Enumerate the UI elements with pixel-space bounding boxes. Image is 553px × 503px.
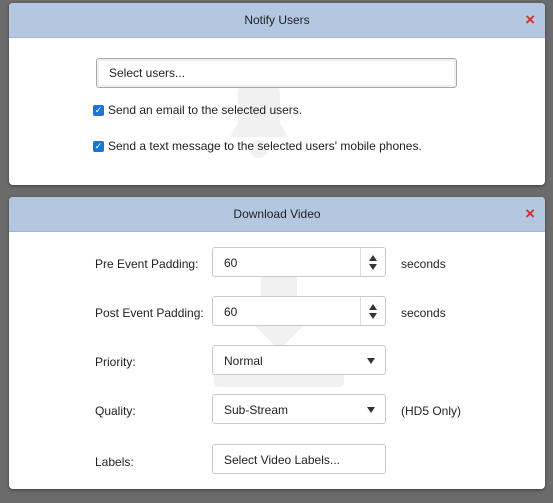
video-labels-input[interactable]: Select Video Labels... — [212, 444, 386, 474]
decrement-icon[interactable] — [369, 313, 377, 319]
close-icon[interactable]: × — [525, 3, 535, 37]
pre-event-padding-spinner[interactable] — [360, 248, 385, 276]
pre-event-padding-input[interactable]: 60 — [212, 247, 386, 277]
notify-users-title: Notify Users — [244, 13, 310, 27]
priority-select[interactable]: Normal — [212, 345, 386, 375]
select-users-placeholder: Select users... — [109, 66, 186, 80]
labels-label: Labels: — [95, 455, 134, 469]
pre-event-padding-unit: seconds — [401, 257, 446, 271]
sms-checkbox[interactable]: ✓ — [93, 140, 104, 152]
quality-label: Quality: — [95, 404, 136, 418]
quality-value: Sub-Stream — [224, 403, 289, 417]
email-checkbox[interactable]: ✓ — [93, 104, 104, 116]
post-event-padding-spinner[interactable] — [360, 297, 385, 325]
post-event-padding-label: Post Event Padding: — [95, 306, 204, 320]
sms-option-label: Send a text message to the selected user… — [108, 139, 422, 153]
post-event-padding-value: 60 — [224, 305, 238, 319]
decrement-icon[interactable] — [369, 264, 377, 270]
pre-event-padding-value: 60 — [224, 256, 238, 270]
close-icon[interactable]: × — [525, 197, 535, 231]
post-event-padding-input[interactable]: 60 — [212, 296, 386, 326]
select-users-input[interactable]: Select users... — [96, 58, 457, 88]
notify-users-titlebar: Notify Users × — [9, 3, 545, 38]
download-arrow-icon — [214, 265, 344, 387]
pre-event-padding-label: Pre Event Padding: — [95, 257, 199, 271]
notify-users-dialog: Notify Users × Select users... ✓ Send an… — [9, 3, 545, 185]
email-option-label: Send an email to the selected users. — [108, 103, 303, 117]
email-option-row[interactable]: ✓ Send an email to the selected users. — [93, 103, 302, 117]
download-video-titlebar: Download Video × — [9, 197, 545, 232]
post-event-padding-unit: seconds — [401, 306, 446, 320]
chevron-down-icon — [367, 358, 375, 364]
priority-value: Normal — [224, 354, 263, 368]
quality-note: (HD5 Only) — [401, 404, 462, 418]
sms-option-row[interactable]: ✓ Send a text message to the selected us… — [93, 139, 422, 153]
quality-select[interactable]: Sub-Stream — [212, 394, 386, 424]
download-video-dialog: Download Video × Pre Event Padding: 60 s… — [9, 197, 545, 489]
download-video-title: Download Video — [233, 207, 321, 221]
increment-icon[interactable] — [369, 304, 377, 310]
priority-label: Priority: — [95, 355, 136, 369]
chevron-down-icon — [367, 407, 375, 413]
increment-icon[interactable] — [369, 255, 377, 261]
video-labels-placeholder: Select Video Labels... — [224, 453, 340, 467]
